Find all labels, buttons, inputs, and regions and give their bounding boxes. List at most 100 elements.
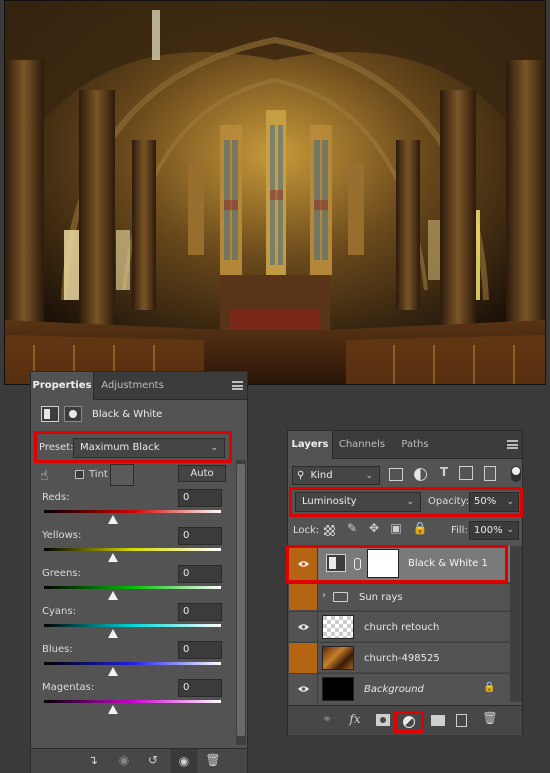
trash-icon[interactable]: 🗑 <box>205 753 221 767</box>
layer-name: church retouch <box>364 622 440 633</box>
opacity-value: 50% <box>474 496 497 507</box>
fill-label: Fill: <box>451 525 468 536</box>
filter-type-icon[interactable]: T <box>437 465 451 479</box>
tint-checkbox[interactable] <box>75 470 84 479</box>
panel-menu-icon[interactable] <box>232 381 243 390</box>
mask-icon[interactable] <box>64 406 82 422</box>
layer-row-background[interactable]: Background 🔒 <box>289 673 510 704</box>
chevron-down-icon: ⌄ <box>365 471 373 481</box>
tab-paths[interactable]: Paths <box>391 431 439 459</box>
scrollbar-thumb[interactable] <box>237 464 245 736</box>
eye-icon <box>298 686 309 692</box>
slider-thumb[interactable] <box>108 629 119 638</box>
layer-row-church-photo[interactable]: church-498525 <box>289 642 510 673</box>
slider-value-field[interactable]: 0 <box>178 489 222 507</box>
eye-icon <box>298 624 309 630</box>
slider-track[interactable] <box>44 586 221 589</box>
visibility-toggle[interactable] <box>289 584 318 610</box>
slider-value-field[interactable]: 0 <box>178 641 222 659</box>
bw-adjustment-icon <box>41 406 59 422</box>
lock-image-brush-icon[interactable]: ✎ <box>344 521 360 535</box>
layer-row-sun-rays[interactable]: › Sun rays <box>289 583 510 610</box>
slider-track[interactable] <box>44 548 221 551</box>
adjustment-layer-icon[interactable] <box>403 716 415 728</box>
slider-value-field[interactable]: 0 <box>178 679 222 697</box>
layers-footer: ⚭ fx 🗑 <box>288 705 522 735</box>
targeted-adjustment-hand-icon[interactable]: ☝ <box>40 468 58 486</box>
fx-icon[interactable]: fx <box>346 712 364 726</box>
visibility-toggle[interactable] <box>289 674 318 704</box>
reset-icon[interactable]: ↺ <box>145 753 161 767</box>
tab-adjustments[interactable]: Adjustments <box>94 372 171 400</box>
fill-field[interactable]: 100% ⌄ <box>469 521 519 540</box>
lock-artboard-icon[interactable]: ▣ <box>388 521 404 535</box>
slider-label: Reds: <box>42 492 70 503</box>
visibility-toggle[interactable] <box>289 612 318 642</box>
properties-footer: ↴ ◉ ↺ ◉ 🗑 <box>31 748 247 773</box>
slider-track[interactable] <box>44 662 221 665</box>
slider-thumb[interactable] <box>108 667 119 676</box>
filter-pixel-icon[interactable] <box>389 468 403 481</box>
preset-dropdown[interactable]: Maximum Black ⌄ <box>73 438 225 458</box>
clip-to-layer-icon[interactable]: ↴ <box>85 753 101 767</box>
slider-thumb[interactable] <box>108 553 119 562</box>
church-photo <box>4 0 546 385</box>
tint-color-swatch[interactable] <box>110 464 134 486</box>
auto-button[interactable]: Auto <box>178 465 226 482</box>
properties-scrollbar[interactable] <box>236 460 246 745</box>
slider-value-field[interactable]: 0 <box>178 565 222 583</box>
slider-thumb[interactable] <box>108 591 119 600</box>
layer-name: Background <box>364 684 424 695</box>
tint-label: Tint <box>89 469 108 480</box>
link-layers-icon[interactable]: ⚭ <box>318 712 336 726</box>
chevron-down-icon[interactable]: ⌄ <box>506 493 514 511</box>
trash-icon[interactable]: 🗑 <box>482 711 498 725</box>
lock-all-icon[interactable]: 🔒 <box>412 521 428 535</box>
opacity-label: Opacity: <box>428 496 470 507</box>
visibility-icon[interactable]: ◉ <box>171 749 197 773</box>
layer-thumbnail <box>322 677 354 701</box>
panel-menu-icon[interactable] <box>507 440 518 449</box>
layer-name: church-498525 <box>364 653 440 664</box>
filter-shape-icon[interactable] <box>459 466 473 480</box>
blend-mode-dropdown[interactable]: Luminosity ⌄ <box>295 492 421 512</box>
filter-kind-dropdown[interactable]: ⚲ Kind ⌄ <box>292 466 380 485</box>
slider-track[interactable] <box>44 700 221 703</box>
slider-track[interactable] <box>44 510 221 513</box>
filter-toggle-icon[interactable] <box>511 466 521 482</box>
tab-channels[interactable]: Channels <box>333 431 391 459</box>
chevron-down-icon: ⌄ <box>210 443 218 453</box>
chevron-right-icon[interactable]: › <box>322 590 326 601</box>
lock-icon: 🔒 <box>483 682 496 693</box>
filter-smart-object-icon[interactable] <box>484 466 496 481</box>
chevron-down-icon: ⌄ <box>406 497 414 507</box>
layers-tabbar: Layers Channels Paths <box>288 431 522 459</box>
tab-properties[interactable]: Properties <box>31 372 94 400</box>
slider-thumb[interactable] <box>108 705 119 714</box>
filter-kind-value: Kind <box>310 470 333 481</box>
visibility-toggle[interactable] <box>289 643 318 673</box>
new-layer-icon[interactable] <box>456 714 467 727</box>
slider-thumb[interactable] <box>108 515 119 524</box>
view-previous-icon[interactable]: ◉ <box>115 753 133 767</box>
new-group-icon[interactable] <box>431 715 445 726</box>
add-mask-icon[interactable] <box>376 714 390 726</box>
layer-row-church-retouch[interactable]: church retouch <box>289 611 510 642</box>
properties-tabbar: Properties Adjustments <box>31 372 247 400</box>
slider-area: Reds: 0 Yellows: 0 Greens: 0 Cyans: 0 Blues: 0 Mag… <box>31 489 236 720</box>
filter-adjustment-icon[interactable] <box>414 468 427 481</box>
chevron-down-icon[interactable]: ⌄ <box>506 522 514 539</box>
properties-panel: Properties Adjustments Black & White Pre… <box>30 371 248 773</box>
lock-position-move-icon[interactable]: ✥ <box>366 521 382 535</box>
slider-value-field[interactable]: 0 <box>178 603 222 621</box>
preset-label: Preset: <box>39 442 74 453</box>
tab-layers[interactable]: Layers <box>288 431 333 459</box>
fill-value: 100% <box>474 525 503 536</box>
lock-transparent-icon[interactable] <box>324 525 335 536</box>
folder-icon <box>333 592 348 602</box>
slider-label: Blues: <box>42 644 73 655</box>
layers-scrollbar[interactable] <box>510 546 522 702</box>
opacity-field[interactable]: 50% ⌄ <box>469 492 519 512</box>
slider-track[interactable] <box>44 624 221 627</box>
slider-value-field[interactable]: 0 <box>178 527 222 545</box>
